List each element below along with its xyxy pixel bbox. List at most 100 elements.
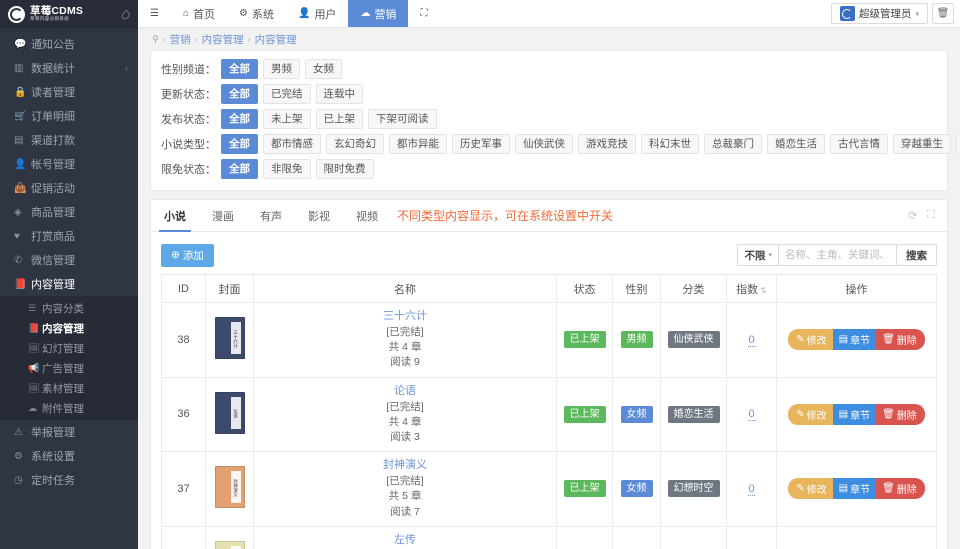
cover-thumb[interactable]: 左传 [215,541,245,549]
tab-漫画[interactable]: 漫画 [199,200,247,231]
content-title-link[interactable]: 论语 [258,384,552,400]
topnav-item-系统[interactable]: ⚙系统 [227,0,286,27]
hamburger-icon[interactable]: ☰ [138,0,171,27]
topnav-item-首页[interactable]: ⌂首页 [171,0,227,27]
filter-option-玄幻奇幻[interactable]: 玄幻奇幻 [326,134,384,154]
tab-有声[interactable]: 有声 [247,200,295,231]
sort-icon[interactable]: ⇅ [760,286,767,295]
sidebar-item-微信管理[interactable]: ✆微信管理 [0,248,138,272]
cover-thumb[interactable]: 三十六计 [215,317,245,359]
filter-option-总裁豪门[interactable]: 总裁豪门 [704,134,762,154]
fullscreen-icon[interactable]: ⛶ [927,209,935,222]
filter-option-都市异能[interactable]: 都市异能 [389,134,447,154]
delete-button[interactable]: 🗑删除 [876,329,925,350]
filter-option-已上架[interactable]: 已上架 [316,109,364,129]
sidebar-item-label: 帐号管理 [31,156,75,172]
filter-option-女频[interactable]: 女频 [305,59,342,79]
trash-icon[interactable]: 🗑 [932,3,954,24]
scope-select[interactable]: 不限 ▾ [737,244,778,266]
filter-option-全部[interactable]: 全部 [221,84,258,104]
edit-button[interactable]: ✎修改 [788,404,832,425]
sidebar-item-订单明细[interactable]: 🛒订单明细 [0,104,138,128]
cover-thumb[interactable]: 封神演义 [215,466,245,508]
cover-title-strip: 封神演义 [231,471,241,503]
sidebar-item-定时任务[interactable]: ◷定时任务 [0,468,138,492]
sidebar-item-促销活动[interactable]: 👜促销活动 [0,176,138,200]
filter-option-下架可阅读[interactable]: 下架可阅读 [368,109,437,129]
col-指数[interactable]: 指数⇅ [727,275,777,303]
chapter-button[interactable]: ▤章节 [833,329,876,350]
refresh-icon[interactable]: ⟳ [908,209,917,222]
edit-button[interactable]: ✎修改 [788,478,832,499]
filter-option-幻想时空[interactable]: 幻想时空 [956,134,960,154]
filter-option-都市情感[interactable]: 都市情感 [263,134,321,154]
sidebar-item-通知公告[interactable]: 💬通知公告 [0,32,138,56]
brand-logo[interactable]: 草莓CDMS 草莓内容分销系统 [0,0,138,28]
index-value[interactable]: 0 [748,408,754,421]
sidebar-subitem-素材管理[interactable]: 🖼素材管理 [0,378,138,398]
filter-option-男频[interactable]: 男频 [263,59,300,79]
sidebar-item-label: 系统设置 [31,448,75,464]
content-title-link[interactable]: 左传 [258,533,552,549]
filter-option-游戏竞技[interactable]: 游戏竞技 [578,134,636,154]
chapter-button[interactable]: ▤章节 [833,478,876,499]
user-menu[interactable]: 超级管理员 ▾ [831,3,928,24]
sidebar-item-系统设置[interactable]: ⚙系统设置 [0,444,138,468]
edit-button[interactable]: ✎修改 [788,329,832,350]
table-row: 38三十六计三十六计[已完结]共 4 章阅读 9已上架男频仙侠武侠0✎修改▤章节… [162,303,937,378]
filter-option-全部[interactable]: 全部 [221,109,258,129]
tab-视频[interactable]: 视频 [343,200,391,231]
filter-option-全部[interactable]: 全部 [221,134,258,154]
filter-option-未上架[interactable]: 未上架 [263,109,311,129]
filter-option-连载中[interactable]: 连载中 [316,84,364,104]
tab-影视[interactable]: 影视 [295,200,343,231]
breadcrumb-item-1[interactable]: 内容管理 [202,32,244,47]
sidebar-item-内容管理[interactable]: 📕内容管理 [0,272,138,296]
index-value[interactable]: 0 [748,483,754,496]
topnav-item-营销[interactable]: ☁营销 [348,0,408,27]
filter-option-婚恋生活[interactable]: 婚恋生活 [767,134,825,154]
search-input[interactable] [778,244,896,266]
sidebar-subitem-广告管理[interactable]: 📢广告管理 [0,358,138,378]
sidebar-item-商品管理[interactable]: ◈商品管理 [0,200,138,224]
filter-option-历史军事[interactable]: 历史军事 [452,134,510,154]
cover-title-strip: 论语 [231,397,241,429]
content-title-link[interactable]: 三十六计 [258,309,552,325]
sidebar-item-读者管理[interactable]: 🔒读者管理 [0,80,138,104]
delete-button[interactable]: 🗑删除 [876,404,925,425]
gender-badge: 女频 [621,406,653,423]
filter-option-穿越重生[interactable]: 穿越重生 [893,134,951,154]
filter-option-仙侠武侠[interactable]: 仙侠武侠 [515,134,573,154]
sidebar-subitem-幻灯管理[interactable]: 🖼幻灯管理 [0,338,138,358]
breadcrumb-item-2[interactable]: 内容管理 [255,32,297,47]
cover-thumb[interactable]: 论语 [215,392,245,434]
search-button[interactable]: 搜索 [896,244,937,266]
sidebar-subitem-内容管理[interactable]: 📕内容管理 [0,318,138,338]
sidebar-subitem-附件管理[interactable]: ☁附件管理 [0,398,138,418]
filter-option-已完结[interactable]: 已完结 [263,84,311,104]
chapter-button[interactable]: ▤章节 [833,404,876,425]
filter-option-古代言情[interactable]: 古代言情 [830,134,888,154]
topnav-item-用户[interactable]: 👤用户 [286,0,348,27]
add-button[interactable]: ⊕ 添加 [161,244,214,267]
tab-小说[interactable]: 小说 [151,200,199,231]
index-value[interactable]: 0 [748,334,754,347]
drop-icon[interactable] [120,10,131,21]
sidebar-item-打赏商品[interactable]: ♥打赏商品 [0,224,138,248]
sidebar-item-帐号管理[interactable]: 👤帐号管理 [0,152,138,176]
home-icon: ⌂ [183,8,189,19]
status-badge: 已上架 [564,331,606,348]
sidebar-item-举报管理[interactable]: ⚠举报管理 [0,420,138,444]
grid-icon[interactable]: ⛶ [408,0,439,27]
delete-button[interactable]: 🗑删除 [876,478,925,499]
breadcrumb-item-0[interactable]: 营销 [170,32,191,47]
filter-option-非限免[interactable]: 非限免 [263,159,311,179]
content-title-link[interactable]: 封神演义 [258,458,552,474]
sidebar-subitem-内容分类[interactable]: ☰内容分类 [0,298,138,318]
filter-option-全部[interactable]: 全部 [221,159,258,179]
sidebar-item-渠道打款[interactable]: ▤渠道打款 [0,128,138,152]
filter-option-科幻末世[interactable]: 科幻末世 [641,134,699,154]
filter-option-全部[interactable]: 全部 [221,59,258,79]
filter-option-限时免费[interactable]: 限时免费 [316,159,374,179]
sidebar-item-数据统计[interactable]: ▥数据统计‹ [0,56,138,80]
